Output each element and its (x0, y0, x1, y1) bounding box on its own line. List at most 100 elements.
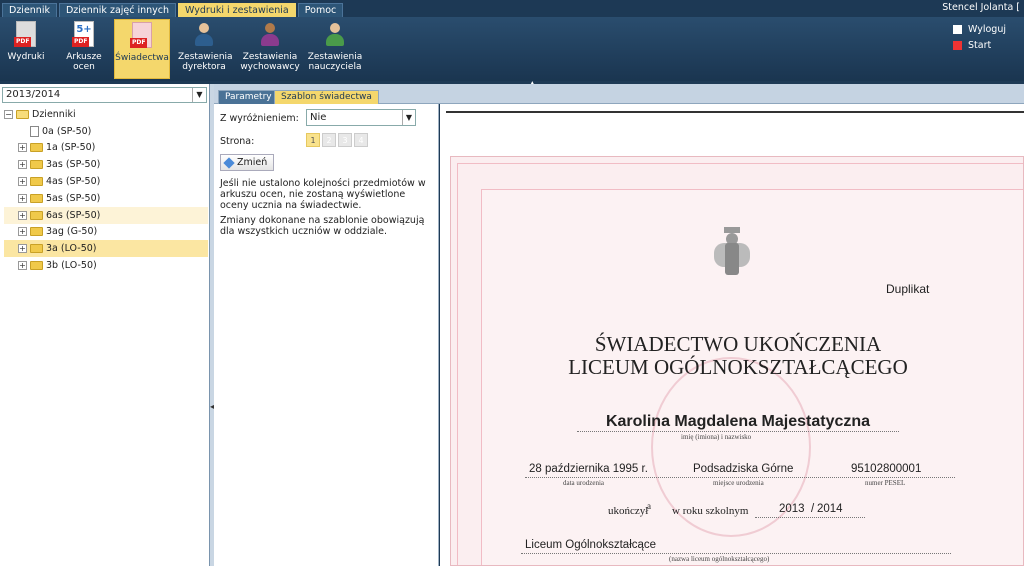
school-year-separator: / (811, 503, 815, 515)
tree-item-6as[interactable]: + 6as (SP-50) (4, 206, 208, 224)
tree-item-label: 1a (SP-50) (46, 142, 96, 154)
start-link[interactable]: Start (953, 37, 1006, 53)
folder-open-icon (16, 109, 29, 119)
gender-suffix: a (647, 501, 651, 511)
menu-tab-wydruki-i-zestawienia[interactable]: Wydruki i zestawienia (178, 3, 296, 17)
folder-icon (30, 160, 43, 170)
tree-item-1a[interactable]: + 1a (SP-50) (4, 140, 208, 157)
zmien-button[interactable]: Zmień (220, 154, 275, 171)
birth-date-caption: data urodzenia (563, 479, 605, 487)
student-name: Karolina Magdalena Majestatyczna (605, 413, 871, 430)
birth-place: Podsadziska Górne (693, 463, 794, 475)
info-note-template: Zmiany dokonane na szablonie obowiązują … (220, 215, 425, 237)
home-icon (953, 40, 962, 50)
strona-label: Strona: (220, 136, 255, 147)
tree-item-3as[interactable]: + 3as (SP-50) (4, 156, 208, 173)
logout-label: Wyloguj (968, 23, 1006, 35)
expand-icon[interactable]: + (18, 261, 27, 271)
teacher-report-icon (321, 21, 349, 49)
pesel-caption: numer PESEL (865, 479, 906, 487)
zmien-label: Zmień (237, 157, 268, 168)
toolbar-label: nauczyciela (308, 62, 362, 72)
menu-tab-dziennik[interactable]: Dziennik (2, 3, 57, 17)
toolbar-label: Zestawienia (242, 52, 298, 62)
wyroznienie-select[interactable]: Nie ▼ (306, 109, 416, 126)
birth-date: 28 października 1995 r. (529, 463, 648, 475)
school-year-text: w roku szkolnym (672, 505, 749, 517)
tree-item-5as[interactable]: + 5as (SP-50) (4, 190, 208, 207)
printer-pdf-icon: PDF (12, 21, 40, 49)
page-button[interactable]: 1 (306, 133, 320, 147)
tree-item-3a-selected[interactable]: + 3a (LO-50) (4, 240, 208, 258)
toolbar-swiadectwa-button[interactable]: PDF Świadectwa (114, 19, 170, 79)
toolbar-zestawienia-wychowawcy-button[interactable]: Zestawienia wychowawcy (240, 19, 300, 79)
start-label: Start (968, 39, 992, 51)
expand-icon[interactable]: + (18, 143, 27, 153)
page-button[interactable]: 2 (322, 133, 336, 147)
user-name: Stencel Jolanta [ (942, 2, 1020, 13)
tree-item-4as[interactable]: + 4as (SP-50) (4, 173, 208, 190)
expand-icon[interactable]: + (18, 177, 27, 187)
expand-icon[interactable]: + (18, 210, 27, 220)
folder-icon (30, 227, 43, 237)
tree-item-0a[interactable]: 0a (SP-50) (4, 123, 208, 140)
menu-tab-pomoc[interactable]: Pomoc (297, 3, 344, 17)
page-button[interactable]: 3 (338, 133, 352, 147)
collapse-icon[interactable]: − (4, 109, 13, 119)
tutor-report-icon (256, 21, 284, 49)
menu-tab-dziennik-zajec-innych[interactable]: Dziennik zajęć innych (58, 3, 177, 17)
folder-icon (30, 177, 43, 187)
tree-item-label: 3ag (G-50) (46, 226, 98, 238)
certificate-preview: Duplikat ŚWIADECTWO UKOŃCZENIA LICEUM OG… (440, 104, 1024, 566)
school-year-select[interactable]: 2013/2014 ▼ (2, 87, 207, 103)
toolbar-label: Zestawienia (178, 52, 233, 62)
expand-icon[interactable]: + (18, 244, 27, 254)
tab-parametry[interactable]: Parametry (218, 90, 279, 104)
school-year-from: 2013 (779, 503, 805, 515)
lock-icon (953, 24, 962, 34)
tree-root-label: Dzienniki (32, 108, 76, 120)
page-button[interactable]: 4 (354, 133, 368, 147)
pencil-icon (223, 156, 235, 169)
folder-icon (30, 210, 43, 220)
tree-root[interactable]: − Dzienniki (4, 106, 208, 123)
document-icon (30, 125, 39, 137)
school-year-value: 2013/2014 (6, 89, 61, 100)
chevron-down-icon[interactable]: ▼ (402, 110, 415, 125)
toolbar-zestawienia-nauczyciela-button[interactable]: Zestawienia nauczyciela (306, 19, 364, 79)
tree-item-3b[interactable]: + 3b (LO-50) (4, 257, 208, 274)
certificate-title-line2: LICEUM OGÓLNOKSZTAŁCĄCEGO (568, 355, 908, 379)
grade-badge: 5+ (76, 24, 92, 35)
toolbar-arkusze-ocen-button[interactable]: 5+ PDF Arkusze ocen (62, 19, 106, 79)
wyroznienie-label: Z wyróżnieniem: (220, 113, 299, 124)
toolbar-wydruki-button[interactable]: PDF Wydruki (6, 19, 46, 79)
toolbar-label: Arkusze (66, 52, 102, 62)
tree-item-label: 5as (SP-50) (46, 192, 101, 204)
folder-icon (30, 143, 43, 153)
toolbar-label: Wydruki (7, 52, 45, 62)
school-name: Liceum Ogólnokształcące (525, 539, 657, 551)
expand-icon[interactable]: + (18, 227, 27, 237)
main-menu-bar: Dziennik Dziennik zajęć innych Wydruki i… (0, 0, 1024, 17)
tree-item-label: 3a (LO-50) (46, 243, 97, 255)
duplicate-label: Duplikat (886, 282, 930, 296)
expand-icon[interactable]: + (18, 160, 27, 170)
grades-sheet-pdf-icon: 5+ PDF (70, 21, 98, 49)
tree-item-label: 0a (SP-50) (42, 125, 92, 137)
tab-szablon-swiadectwa[interactable]: Szablon świadectwa (274, 90, 379, 104)
certificate-page: Duplikat ŚWIADECTWO UKOŃCZENIA LICEUM OG… (450, 156, 1024, 566)
ukonczyl-text: ukończył (608, 505, 649, 517)
certificate-title-line1: ŚWIADECTWO UKOŃCZENIA (594, 332, 882, 356)
logout-link[interactable]: Wyloguj (953, 21, 1006, 37)
chevron-down-icon[interactable]: ▼ (192, 88, 206, 102)
panel-tabs: Parametry Szablon świadectwa (214, 84, 1024, 104)
preview-divider (446, 111, 1024, 113)
toolbar-zestawienia-dyrektora-button[interactable]: Zestawienia dyrektora (178, 19, 233, 79)
certificate-pdf-icon: PDF (128, 22, 156, 50)
tree-item-3ag[interactable]: + 3ag (G-50) (4, 224, 208, 241)
toolbar-label: Świadectwa (115, 53, 169, 63)
parameters-panel: Z wyróżnieniem: Nie ▼ Strona: 1 2 3 4 Zm… (214, 104, 439, 566)
toolbar-label: dyrektora (182, 62, 226, 72)
school-year-to: 2014 (817, 503, 843, 515)
expand-icon[interactable]: + (18, 193, 27, 203)
